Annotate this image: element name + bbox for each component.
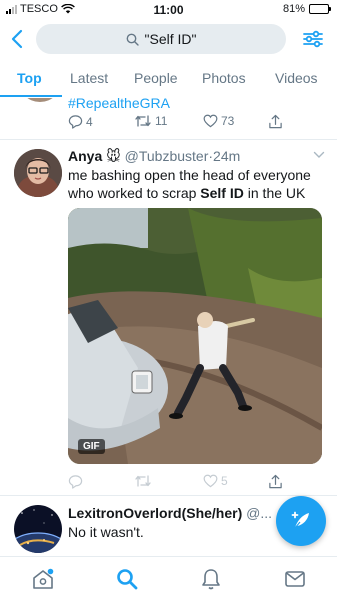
tab-videos[interactable]: Videos (275, 70, 318, 86)
display-name[interactable]: LexitronOverlord(She/her) (68, 505, 242, 521)
share-icon (269, 474, 282, 489)
tab-top[interactable]: Top (17, 70, 42, 86)
reply-icon (68, 475, 83, 489)
tab-people[interactable]: People (134, 70, 178, 86)
home-icon[interactable] (31, 567, 55, 591)
back-icon[interactable] (8, 28, 28, 50)
share-button[interactable] (268, 474, 283, 489)
search-icon[interactable] (115, 567, 139, 591)
handle[interactable]: @... (246, 505, 272, 521)
tweet-text: No it wasn't. (68, 524, 144, 540)
tweet[interactable]: Anya 🐭 @Tubzbuster·24m me bashing open t… (0, 141, 337, 496)
like-count: 5 (221, 474, 228, 488)
search-header: "Self ID" (0, 22, 337, 56)
compose-feather-icon (291, 511, 309, 529)
messages-icon[interactable] (283, 567, 307, 591)
reply-count: 4 (86, 114, 93, 129)
bottom-nav (0, 556, 337, 600)
retweet-count: 11 (155, 114, 168, 128)
display-name[interactable]: Anya 🐭 (68, 148, 121, 164)
active-tab-indicator (0, 95, 62, 97)
hashtag-link[interactable]: #RepealtheGRA (68, 98, 170, 111)
tweet-text-part: in the UK (243, 185, 306, 201)
reply-icon (68, 115, 83, 129)
battery-icon (309, 4, 331, 14)
retweet-icon (135, 115, 151, 127)
status-bar: TESCO 11:00 81% (0, 0, 337, 20)
previous-tweet[interactable]: #RepealtheGRA 4 11 73 (0, 98, 337, 140)
tab-photos[interactable]: Photos (202, 70, 246, 86)
tweet-header: LexitronOverlord(She/her) @... (68, 505, 272, 521)
heart-icon (203, 114, 218, 128)
heart-icon (203, 474, 218, 488)
timestamp: 24m (213, 148, 241, 164)
tweet-text: me bashing open the head of everyone who… (68, 166, 330, 202)
share-button[interactable] (268, 114, 283, 129)
search-input[interactable]: "Self ID" (36, 24, 286, 54)
tweet-actions: 5 (68, 474, 318, 494)
search-term-highlight: Self ID (200, 185, 244, 201)
tweet-actions: 4 11 73 (68, 114, 318, 134)
retweet-button[interactable] (134, 474, 155, 488)
share-icon (269, 114, 282, 129)
compose-tweet-button[interactable] (276, 496, 326, 546)
retweet-icon (135, 475, 151, 487)
chevron-down-icon[interactable] (313, 151, 325, 159)
avatar[interactable] (18, 98, 62, 102)
like-button[interactable]: 5 (203, 474, 228, 488)
search-tabs: Top Latest People Photos Videos (0, 58, 337, 98)
reply-button[interactable]: 4 (68, 114, 93, 129)
like-button[interactable]: 73 (203, 114, 234, 128)
filter-icon[interactable] (301, 28, 325, 50)
gif-media[interactable]: GIF (68, 208, 322, 464)
tab-latest[interactable]: Latest (70, 70, 108, 86)
search-icon (126, 33, 139, 46)
tweet-header: Anya 🐭 @Tubzbuster·24m (68, 148, 240, 165)
avatar[interactable] (14, 149, 62, 197)
reply-button[interactable] (68, 474, 86, 489)
avatar[interactable] (14, 505, 62, 553)
search-query: "Self ID" (144, 31, 197, 47)
gif-badge: GIF (78, 439, 105, 454)
like-count: 73 (221, 114, 235, 128)
retweet-button[interactable]: 11 (134, 114, 167, 128)
handle[interactable]: @Tubzbuster (125, 148, 209, 164)
battery-percent: 81% (282, 3, 305, 15)
notifications-icon[interactable] (199, 567, 223, 591)
